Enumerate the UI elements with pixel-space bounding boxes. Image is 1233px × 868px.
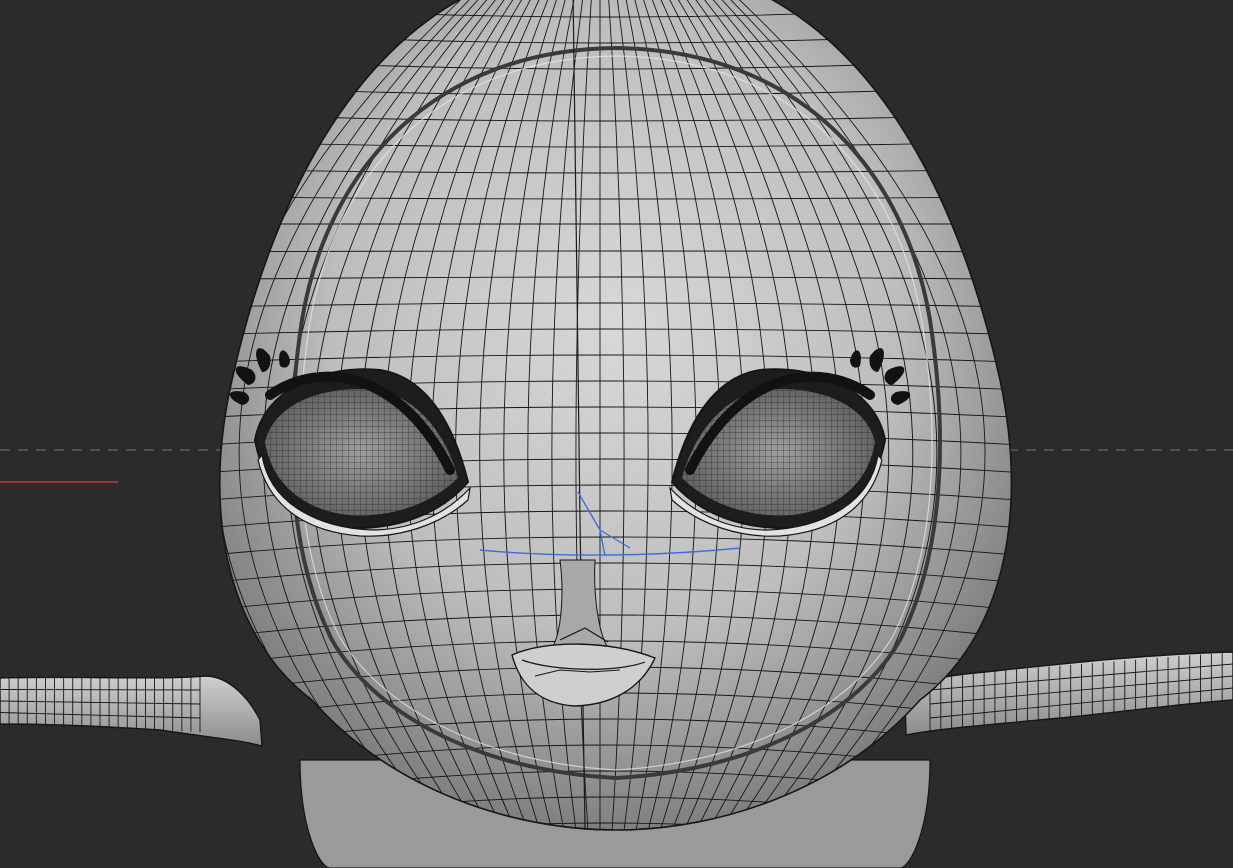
3d-viewport[interactable] [0, 0, 1233, 868]
left-arm [0, 675, 263, 747]
viewport-canvas[interactable] [0, 0, 1233, 868]
mesh-edge [0, 689, 201, 691]
